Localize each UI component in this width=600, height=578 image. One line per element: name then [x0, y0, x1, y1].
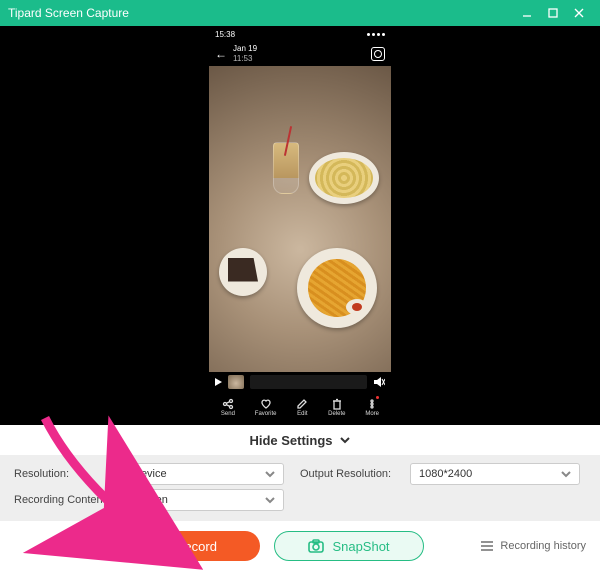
phone-tool-more[interactable]: More: [365, 398, 379, 417]
label-resolution: Resolution:: [14, 468, 114, 480]
play-icon[interactable]: [215, 378, 222, 386]
seek-track[interactable]: [250, 375, 367, 389]
settings-panel: Resolution: Device Output Resolution: 10…: [0, 455, 600, 521]
record-icon: [153, 539, 167, 553]
toggle-settings-label: Hide Settings: [249, 433, 332, 448]
lens-icon[interactable]: [371, 47, 385, 61]
preview-area: 15:38 ← Jan 19 11:53: [0, 26, 600, 425]
chevron-down-icon: [339, 434, 351, 446]
select-recording-content[interactable]: Screen: [124, 489, 284, 511]
phone-status-icons: [367, 33, 385, 36]
phone-tool-delete[interactable]: Delete: [328, 398, 345, 417]
select-resolution[interactable]: Device: [124, 463, 284, 485]
action-bar: Record SnapShot Recording history: [0, 521, 600, 571]
volume-icon[interactable]: [373, 376, 385, 388]
snapshot-label: SnapShot: [332, 539, 389, 554]
phone-seekbar[interactable]: [209, 372, 391, 392]
phone-tool-favorite[interactable]: Favorite: [255, 398, 277, 417]
list-icon: [480, 540, 494, 552]
record-button[interactable]: Record: [110, 531, 260, 561]
minimize-button[interactable]: [514, 0, 540, 26]
back-icon[interactable]: ←: [215, 47, 227, 61]
title-bar: Tipard Screen Capture: [0, 0, 600, 26]
toggle-settings[interactable]: Hide Settings: [0, 425, 600, 455]
close-button[interactable]: [566, 0, 592, 26]
phone-photo: [209, 66, 391, 372]
fries-plate: [297, 248, 377, 328]
recording-history-link[interactable]: Recording history: [480, 540, 586, 552]
phone-status-bar: 15:38: [209, 28, 391, 42]
label-recording-content: Recording Content:: [14, 494, 114, 506]
maximize-button[interactable]: [540, 0, 566, 26]
phone-tool-send[interactable]: Send: [221, 398, 235, 417]
record-label: Record: [175, 539, 217, 554]
snapshot-button[interactable]: SnapShot: [274, 531, 424, 561]
phone-time: 15:38: [215, 30, 235, 39]
pasta-plate: [309, 152, 379, 204]
select-output-resolution[interactable]: 1080*2400: [410, 463, 580, 485]
app-title: Tipard Screen Capture: [8, 6, 514, 20]
recording-history-label: Recording history: [500, 540, 586, 552]
chevron-down-icon: [265, 469, 275, 479]
phone-mirror: 15:38 ← Jan 19 11:53: [209, 28, 391, 424]
phone-header-date: Jan 19 11:53: [233, 44, 257, 64]
camera-icon: [308, 539, 324, 553]
phone-toolbar: Send Favorite Edit Delete More: [209, 392, 391, 424]
cake-plate: [219, 248, 267, 296]
chevron-down-icon: [265, 495, 275, 505]
phone-gallery-header: ← Jan 19 11:53: [209, 42, 391, 66]
label-output-resolution: Output Resolution:: [300, 468, 400, 480]
seek-thumb: [228, 375, 244, 389]
phone-tool-edit[interactable]: Edit: [296, 398, 308, 417]
chevron-down-icon: [561, 469, 571, 479]
